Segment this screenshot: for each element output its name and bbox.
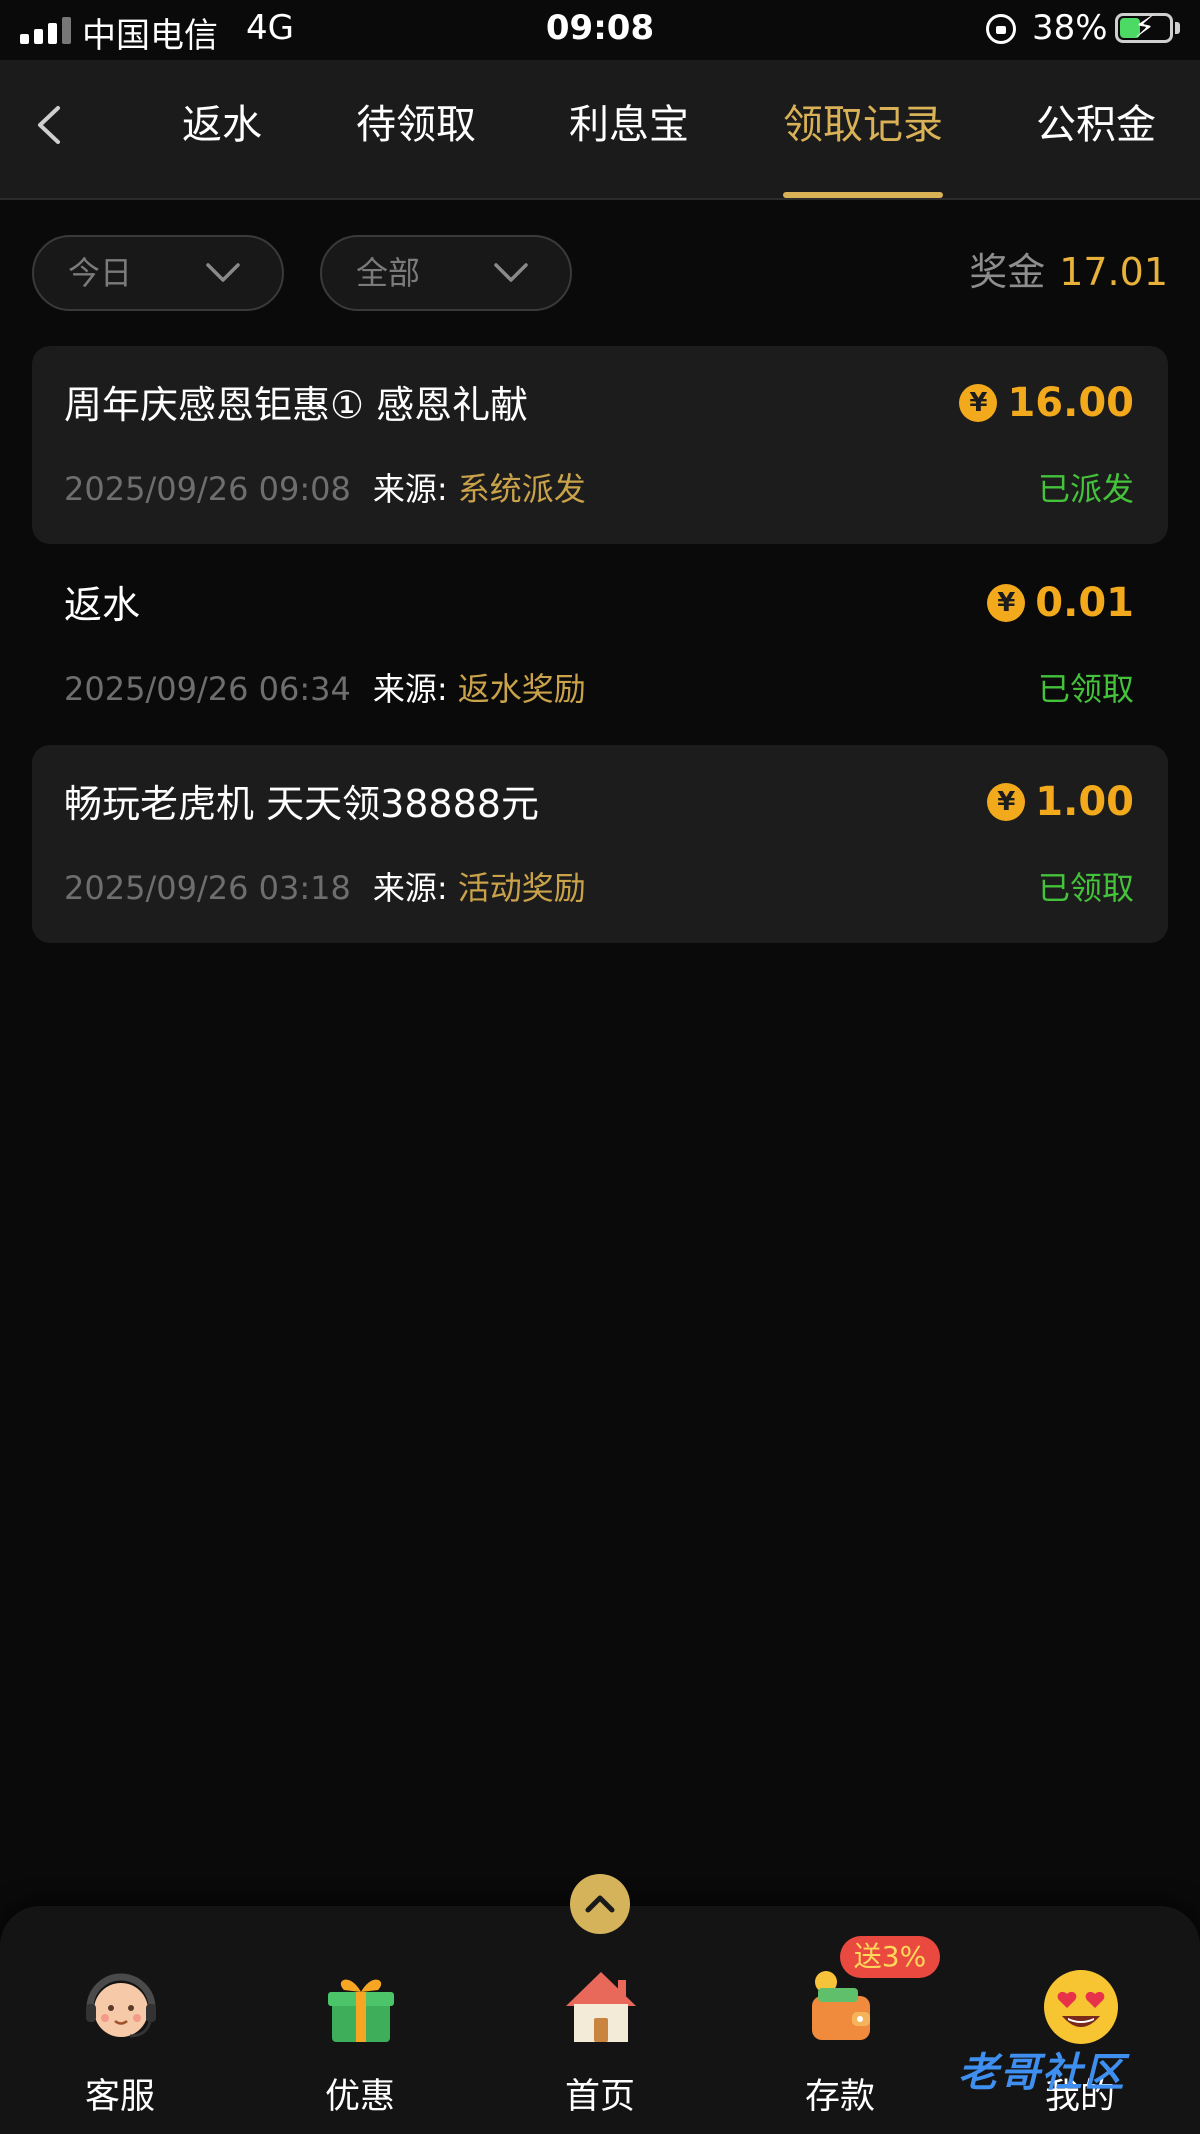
record-item[interactable]: 返水 ¥ 0.01 2025/09/26 06:34 来源: 返水奖励 已领取: [32, 546, 1168, 744]
record-item[interactable]: 畅玩老虎机 天天领38888元 ¥ 1.00 2025/09/26 03:18 来…: [32, 745, 1168, 943]
chevron-up-icon: [585, 1895, 615, 1913]
record-date: 2025/09/26 03:18: [64, 869, 351, 907]
type-filter-value: 全部: [356, 254, 421, 292]
record-source: 活动奖励: [457, 869, 586, 907]
battery-cap: [1175, 22, 1180, 34]
battery-percentage: 38%: [1032, 8, 1108, 48]
nav-customer-service[interactable]: 客服: [20, 1906, 220, 2134]
record-date: 2025/09/26 09:08: [64, 470, 351, 508]
nav-promotions[interactable]: 优惠: [260, 1906, 460, 2134]
date-filter-value: 今日: [68, 254, 133, 292]
deposit-bonus-badge: 送3%: [840, 1936, 940, 1978]
nav-profile[interactable]: 我的: [980, 1906, 1180, 2134]
bonus-label: 奖金: [969, 250, 1046, 294]
record-status: 已派发: [1037, 470, 1134, 508]
record-amount-value: 16.00: [1007, 380, 1134, 426]
support-agent-icon: [86, 1973, 156, 2038]
wallet-icon: [812, 1971, 870, 2040]
bonus-value: 17.01: [1059, 250, 1168, 294]
record-status: 已领取: [1037, 869, 1134, 907]
heart-eyes-emoji-icon: [1044, 1970, 1118, 2044]
nav-label: 优惠: [324, 2077, 395, 2117]
battery-charging-icon: ⚡: [1115, 10, 1173, 45]
bonus-total: 奖金 17.01: [969, 242, 1168, 302]
record-source: 系统派发: [457, 470, 586, 508]
bottom-navigation: 客服 优惠 首页 存款 我的: [0, 1906, 1200, 2134]
status-bar: 中国电信 4G 09:08 38% ⚡: [0, 0, 1200, 60]
tab-header: 返水 待领取 利息宝 领取记录 公积金: [0, 60, 1200, 200]
record-amount: ¥ 1.00: [987, 779, 1134, 825]
record-source-label: 来源:: [372, 869, 448, 907]
tab-label: 领取记录: [783, 102, 943, 148]
tab-label: 利息宝: [569, 102, 689, 148]
record-source-label: 来源:: [372, 470, 448, 508]
watermark: 老哥社区: [958, 2050, 1126, 2096]
record-title: 畅玩老虎机 天天领38888元: [64, 782, 539, 826]
record-item[interactable]: 周年庆感恩钜惠① 感恩礼献 ¥ 16.00 2025/09/26 09:08 来源…: [32, 346, 1168, 544]
nav-label: 客服: [84, 2077, 155, 2117]
gift-icon: [328, 1979, 394, 2042]
record-date: 2025/09/26 06:34: [64, 670, 351, 708]
nav-label: 存款: [804, 2077, 875, 2117]
record-amount: ¥ 16.00: [959, 380, 1134, 426]
coin-icon: ¥: [959, 384, 998, 422]
scroll-top-button[interactable]: [570, 1874, 630, 1934]
active-tab-indicator: [783, 192, 943, 198]
record-title: 周年庆感恩钜惠① 感恩礼献: [64, 383, 529, 427]
tab-pending[interactable]: 待领取: [356, 60, 476, 198]
record-status: 已领取: [1037, 670, 1134, 708]
chevron-down-icon: [206, 263, 240, 282]
rotation-lock-icon: [986, 14, 1016, 44]
home-icon: [566, 1972, 636, 2042]
record-amount-value: 0.01: [1035, 580, 1134, 626]
tab-rebate[interactable]: 返水: [182, 60, 262, 198]
record-source: 返水奖励: [457, 670, 586, 708]
chevron-down-icon: [494, 263, 528, 282]
type-filter-dropdown[interactable]: 全部: [320, 235, 572, 311]
coin-icon: ¥: [987, 584, 1026, 622]
nav-home[interactable]: 首页: [500, 1906, 700, 2134]
tab-label: 公积金: [1036, 102, 1156, 148]
tab-label: 待领取: [356, 102, 476, 148]
tab-claim-records[interactable]: 领取记录: [783, 60, 943, 198]
tab-interest[interactable]: 利息宝: [569, 60, 689, 198]
tab-provident-fund[interactable]: 公积金: [1036, 60, 1156, 198]
date-filter-dropdown[interactable]: 今日: [32, 235, 284, 311]
record-meta: 2025/09/26 03:18 来源: 活动奖励: [64, 863, 586, 909]
record-meta: 2025/09/26 09:08 来源: 系统派发: [64, 464, 586, 510]
nav-label: 首页: [564, 2077, 635, 2117]
chevron-left-icon[interactable]: [26, 100, 76, 150]
tab-label: 返水: [182, 102, 262, 148]
record-amount-value: 1.00: [1035, 779, 1134, 825]
record-source-label: 来源:: [372, 670, 448, 708]
record-title: 返水: [64, 583, 141, 627]
record-meta: 2025/09/26 06:34 来源: 返水奖励: [64, 664, 586, 710]
coin-icon: ¥: [987, 783, 1026, 821]
clock: 09:08: [545, 8, 655, 48]
record-amount: ¥ 0.01: [987, 580, 1134, 626]
